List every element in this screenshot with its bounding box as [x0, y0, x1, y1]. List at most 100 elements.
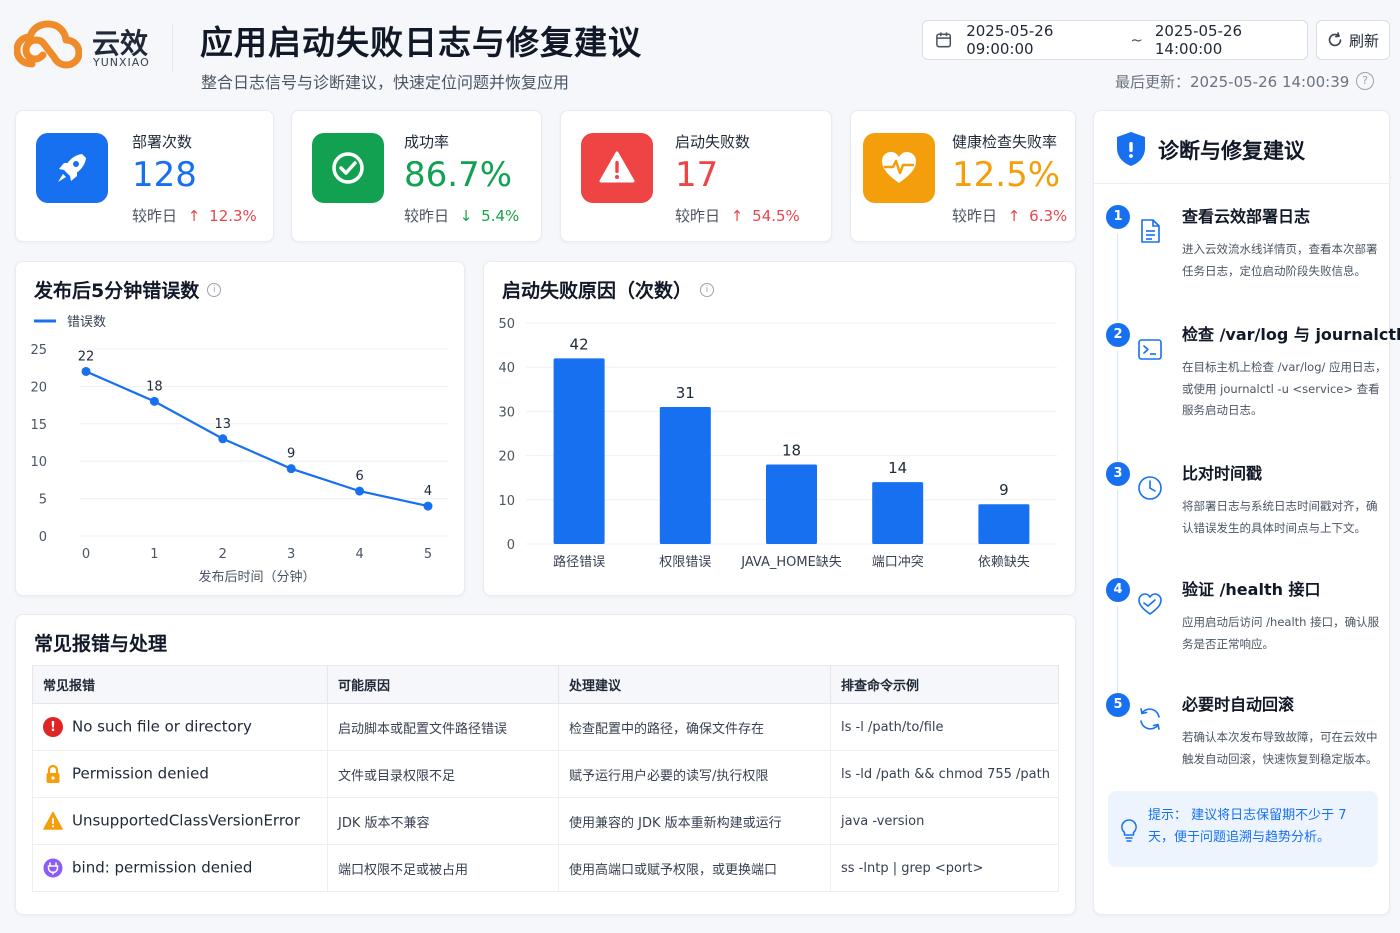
- compare-label: 较昨日: [404, 207, 450, 225]
- x-tick-label: 5: [424, 547, 432, 562]
- clock-icon: [1138, 476, 1162, 500]
- error-table: 常见报错 可能原因 处理建议 排查命令示例 ! No such file or d…: [32, 665, 1059, 892]
- x-tick-label: 1: [150, 547, 158, 562]
- refresh-icon: [1328, 32, 1342, 47]
- step-number: 3: [1106, 462, 1130, 486]
- plug-icon: [43, 858, 63, 878]
- table-row[interactable]: bind: permission denied 端口权限不足或被占用 使用高端口…: [32, 844, 1059, 892]
- step-number: 5: [1106, 693, 1130, 717]
- error-cell: bind: permission denied: [32, 844, 328, 892]
- date-range-picker[interactable]: 2025-05-26 09:00:00 ~ 2025-05-26 14:00:0…: [922, 20, 1308, 60]
- step-title: 验证 /health 接口: [1182, 580, 1321, 599]
- cause-cell: JDK 版本不兼容: [327, 797, 559, 845]
- data-label: 42: [570, 335, 589, 353]
- command-cell: ls -l /path/to/file: [830, 703, 1059, 751]
- help-icon[interactable]: ?: [1356, 72, 1374, 90]
- calendar-icon: [936, 32, 952, 48]
- column-header[interactable]: 处理建议: [558, 665, 831, 704]
- date-start[interactable]: 2025-05-26 09:00:00: [966, 22, 1118, 58]
- cause-cell: 文件或目录权限不足: [327, 750, 559, 798]
- error-text: UnsupportedClassVersionError: [72, 811, 301, 830]
- data-label: 6: [355, 469, 363, 484]
- bar: [872, 482, 924, 544]
- table-row[interactable]: UnsupportedClassVersionError JDK 版本不兼容 使…: [32, 797, 1059, 845]
- data-point: [218, 434, 228, 444]
- page-subtitle: 整合日志信号与诊断建议，快速定位问题并恢复应用: [201, 73, 570, 92]
- series-line: [85, 370, 429, 508]
- error-text: No such file or directory: [72, 717, 252, 736]
- x-tick-label: 2: [219, 547, 227, 562]
- diagnosis-panel: 诊断与修复建议 1 查看云效部署日志 进入云效流水线详情页，查看本次部署任务日志…: [1093, 110, 1400, 915]
- data-point: [286, 464, 296, 474]
- x-tick-label: 依赖缺失: [978, 555, 1030, 570]
- step-connector: [1117, 490, 1118, 578]
- table-row[interactable]: Permission denied 文件或目录权限不足 赋予运行用户必要的读写/…: [32, 750, 1059, 798]
- diagnosis-step: 4 验证 /health 接口 应用启动后访问 /health 接口，确认服务是…: [1094, 578, 1390, 694]
- error-cell: ! No such file or directory: [32, 703, 328, 751]
- table-row[interactable]: ! No such file or directory 启动脚本或配置文件路径错误…: [32, 703, 1059, 751]
- stat-label: 健康检查失败率: [952, 133, 1058, 151]
- refresh-button[interactable]: 刷新: [1316, 20, 1390, 60]
- table-header-row: 常见报错 可能原因 处理建议 排查命令示例: [32, 665, 1059, 704]
- data-label: 13: [215, 417, 232, 432]
- error-table-title: 常见报错与处理: [34, 629, 167, 656]
- command-cell: ss -lntp | grep <port>: [830, 844, 1059, 892]
- fix-cell: 使用兼容的 JDK 版本重新构建或运行: [558, 797, 831, 845]
- step-connector: [1117, 351, 1118, 461]
- stat-label: 成功率: [404, 133, 450, 151]
- header-divider: [172, 24, 173, 72]
- data-label: 31: [676, 384, 695, 402]
- y-tick-label: 25: [30, 343, 47, 358]
- line-chart-card: 发布后5分钟错误数 i 错误数 0 5 10 15 20 25 0 1 2 3 4 5 发布后时间（分钟）…: [15, 261, 465, 596]
- step-connector: [1117, 606, 1118, 694]
- diagnosis-divider: [1094, 183, 1389, 184]
- fix-cell: 使用高端口或赋予权限，或更换端口: [558, 844, 831, 892]
- date-separator: ~: [1130, 31, 1143, 49]
- data-label: 14: [888, 459, 907, 477]
- trend-up-icon: ↑: [730, 207, 744, 225]
- bar: [766, 464, 817, 544]
- compare-label: 较昨日: [132, 207, 178, 225]
- x-tick-label: 3: [287, 547, 295, 562]
- y-tick-label: 0: [507, 538, 515, 553]
- compare-label: 较昨日: [952, 207, 998, 225]
- stat-value: 12.5%: [952, 155, 1061, 195]
- bar-chart-card: 启动失败原因（次数） i 0 10 20 30 40 50 42 路径错误 31 权限错误 18 JA…: [483, 261, 1076, 596]
- column-header[interactable]: 排查命令示例: [830, 665, 1059, 704]
- date-end[interactable]: 2025-05-26 14:00:00: [1155, 22, 1307, 58]
- rocket-icon: [36, 133, 108, 203]
- stat-compare: 较昨日 ↑ 6.3%: [952, 205, 1067, 226]
- y-tick-label: 0: [39, 530, 47, 545]
- stat-compare: 较昨日 ↑ 54.5%: [675, 205, 800, 226]
- command-cell: ls -ld /path && chmod 755 /path: [830, 750, 1059, 798]
- stat-change: 12.3%: [209, 207, 257, 225]
- y-tick-label: 10: [30, 455, 47, 470]
- warning-icon: [581, 133, 653, 203]
- step-number: 4: [1106, 578, 1130, 602]
- error-cell: UnsupportedClassVersionError: [32, 797, 328, 845]
- x-tick-label: 0: [82, 547, 90, 562]
- data-label: 18: [146, 379, 163, 394]
- terminal-icon: [1138, 339, 1162, 360]
- y-tick-label: 20: [498, 450, 515, 465]
- column-header[interactable]: 可能原因: [327, 665, 559, 704]
- stat-compare: 较昨日 ↓ 5.4%: [404, 205, 519, 226]
- data-label: 9: [999, 481, 1009, 499]
- y-tick-label: 30: [498, 405, 515, 420]
- compare-label: 较昨日: [675, 207, 721, 225]
- diagnosis-step: 1 查看云效部署日志 进入云效流水线详情页，查看本次部署任务日志，定位启动阶段失…: [1094, 205, 1390, 321]
- bar-chart: 0 10 20 30 40 50 42 路径错误 31 权限错误 18 JAVA_HOME缺失 14 端口…: [498, 317, 1057, 570]
- x-tick-label: 权限错误: [659, 554, 711, 570]
- bar: [553, 358, 605, 544]
- lightbulb-icon: [1121, 819, 1137, 842]
- cause-cell: 启动脚本或配置文件路径错误: [327, 703, 559, 751]
- x-tick-label: 4: [355, 547, 363, 562]
- fix-cell: 赋予运行用户必要的读写/执行权限: [558, 750, 831, 798]
- error-table-title-text: 常见报错与处理: [34, 633, 168, 655]
- error-table-card: 常见报错与处理 常见报错 可能原因 处理建议 排查命令示例 ! No such f…: [15, 614, 1076, 915]
- y-tick-label: 15: [30, 418, 47, 433]
- column-header[interactable]: 常见报错: [32, 665, 328, 704]
- x-tick-label: 端口冲突: [872, 554, 924, 570]
- stat-card-health-check: 健康检查失败率 12.5% 较昨日 ↑ 6.3%: [850, 110, 1076, 242]
- data-point: [149, 396, 159, 406]
